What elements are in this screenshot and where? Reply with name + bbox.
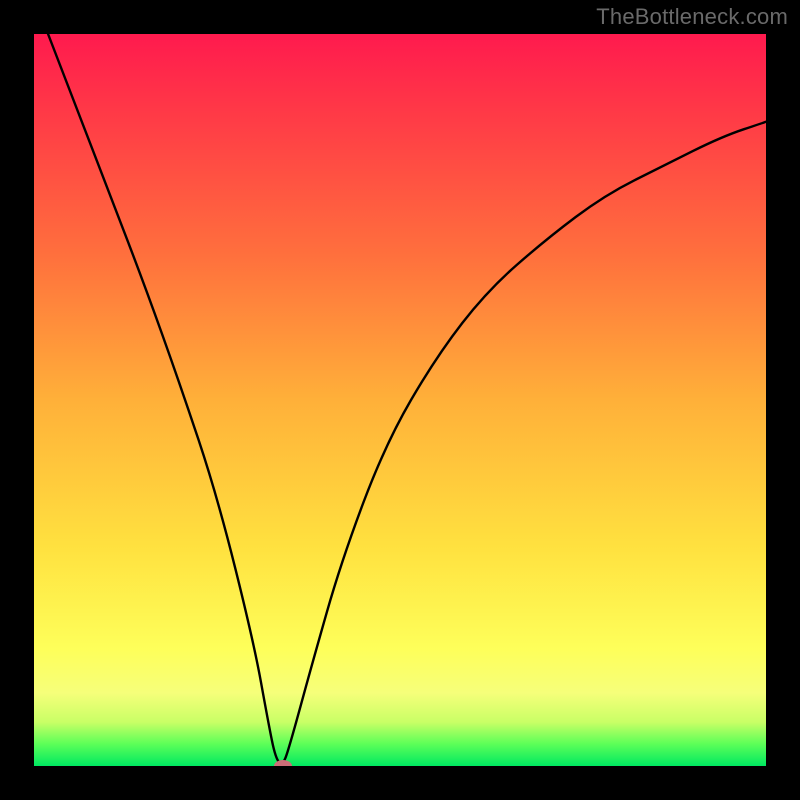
chart-frame: TheBottleneck.com [0, 0, 800, 800]
watermark-text: TheBottleneck.com [596, 4, 788, 30]
plot-area [34, 34, 766, 766]
minimum-marker [274, 760, 292, 766]
bottleneck-curve [34, 34, 766, 766]
